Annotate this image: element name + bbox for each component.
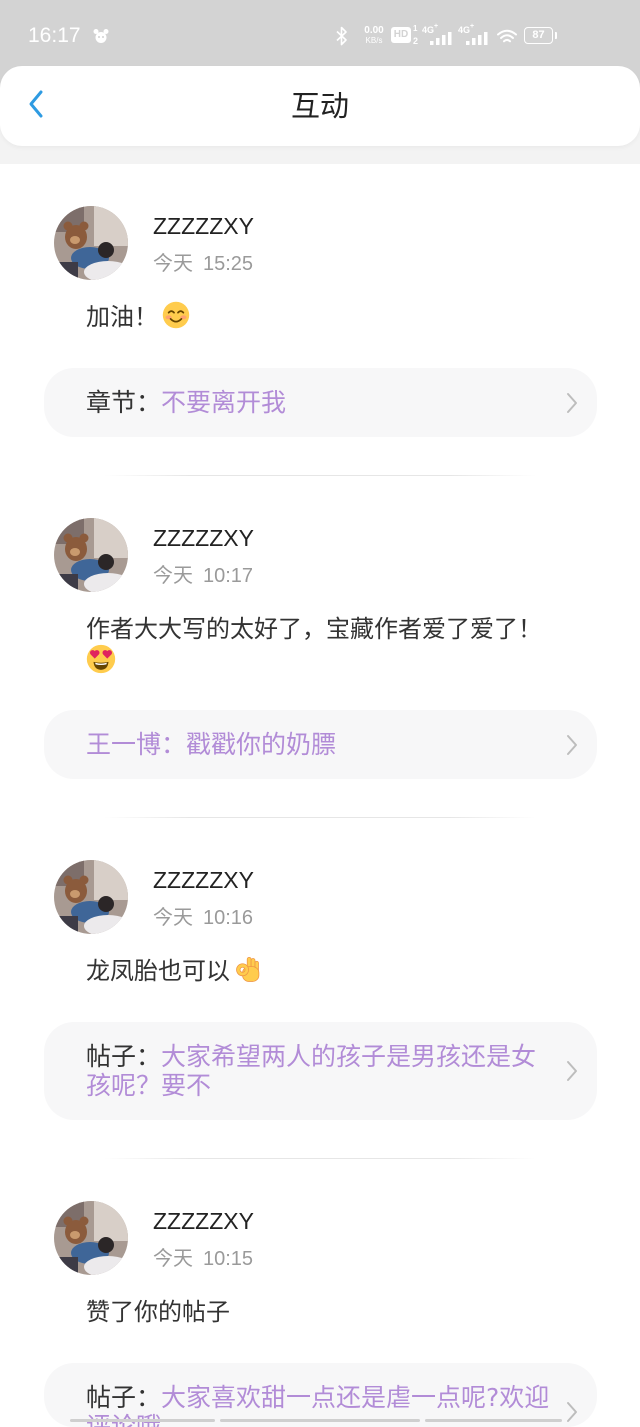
comment-text: 加油！ — [86, 301, 556, 332]
chevron-right-icon — [566, 1401, 578, 1423]
battery-nub — [555, 32, 557, 39]
reference-title: 不要离开我 — [161, 388, 287, 417]
chevron-right-icon — [566, 1060, 578, 1082]
reference-card[interactable]: 王一博：戳戳你的奶膘 — [44, 710, 597, 779]
chevron-right-icon — [566, 392, 578, 414]
reference-type: 帖子： — [86, 1383, 162, 1412]
heart-eyes-emoji-icon — [86, 644, 116, 674]
header-area: 互动 — [0, 66, 640, 164]
timestamp-day: 今天 — [153, 1246, 193, 1270]
reference-type: 章节： — [86, 388, 162, 417]
timestamp-time: 15:25 — [203, 253, 254, 275]
comment-text: 赞了你的帖子 — [86, 1297, 556, 1327]
wifi-icon — [497, 29, 517, 44]
timestamp: 今天 15:25 — [153, 251, 253, 276]
reference-card[interactable]: 章节：不要离开我 — [44, 368, 597, 437]
battery-icon: 87 — [524, 27, 557, 45]
user-name[interactable]: ZZZZZXY — [153, 1208, 254, 1234]
interaction-item: ZZZZZXY 今天 10:17 作者大大写的太好了，宝藏作者爱了爱了！ 王一博：… — [0, 476, 640, 818]
item-header: ZZZZZXY 今天 10:17 — [54, 518, 594, 592]
timestamp: 今天 10:15 — [153, 1246, 253, 1271]
avatar[interactable] — [54, 518, 128, 592]
item-header: ZZZZZXY 今天 15:25 — [54, 206, 594, 280]
hd-sim-top: 1 — [413, 24, 418, 33]
signal-strength-icon: 4G + — [422, 23, 454, 46]
timestamp-time: 10:15 — [203, 1248, 254, 1270]
comment-text: 龙凤胎也可以 — [86, 956, 556, 986]
timestamp: 今天 10:16 — [153, 905, 253, 930]
item-header: ZZZZZXY 今天 10:15 — [54, 1201, 594, 1275]
hd-voice-badge: HD 1 2 — [391, 24, 419, 47]
comment-body: 赞了你的帖子 — [86, 1298, 230, 1326]
timestamp-time: 10:17 — [203, 565, 254, 587]
reference-title: 王一博：戳戳你的奶膘 — [86, 730, 337, 759]
avatar[interactable] — [54, 206, 128, 280]
network-speed-unit: KB/s — [365, 36, 383, 45]
title-bar: 互动 — [0, 66, 640, 146]
comment-text: 作者大大写的太好了，宝藏作者爱了爱了！ — [86, 614, 556, 674]
network-plus-label: + — [470, 23, 475, 30]
hd-sim-bottom: 2 — [413, 36, 419, 46]
avatar[interactable] — [54, 1201, 128, 1275]
timestamp: 今天 10:17 — [153, 563, 253, 588]
bottom-edge-bar — [220, 1419, 420, 1422]
hd-label: HD — [391, 27, 411, 43]
bottom-edge-bar — [425, 1419, 562, 1422]
interaction-item: ZZZZZXY 今天 15:25 加油！ 章节：不要离开我 — [0, 164, 640, 476]
smiling-face-emoji-icon — [162, 301, 190, 329]
comment-body: 龙凤胎也可以 — [86, 957, 230, 985]
avatar[interactable] — [54, 860, 128, 934]
user-name[interactable]: ZZZZZXY — [153, 867, 254, 893]
interaction-list: ZZZZZXY 今天 15:25 加油！ 章节：不要离开我 ZZZZZXY 今天 — [0, 164, 640, 1427]
network-speed: 0.00 KB/s — [360, 25, 388, 47]
user-name[interactable]: ZZZZZXY — [153, 213, 254, 239]
bottom-edge-bar — [70, 1419, 215, 1422]
chevron-right-icon — [566, 734, 578, 756]
status-time: 16:17 — [28, 24, 81, 47]
timestamp-day: 今天 — [153, 251, 193, 275]
reference-card[interactable]: 帖子：大家喜欢甜一点还是虐一点呢?欢迎评论哦 — [44, 1363, 597, 1427]
comment-body: 加油！ — [86, 303, 158, 331]
timestamp-day: 今天 — [153, 563, 193, 587]
comment-body: 作者大大写的太好了，宝藏作者爱了爱了！ — [86, 615, 542, 643]
item-header: ZZZZZXY 今天 10:16 — [54, 860, 594, 934]
status-bar: 16:17 0.00 KB/s HD 1 2 4G + 4G + 87 — [0, 0, 640, 66]
reference-card[interactable]: 帖子：大家希望两人的孩子是男孩还是女孩呢？要不 — [44, 1022, 597, 1120]
app-notification-icon — [92, 27, 110, 45]
timestamp-time: 10:16 — [203, 907, 254, 929]
reference-type: 帖子： — [86, 1042, 162, 1071]
signal-strength-icon: 4G + — [458, 23, 490, 46]
network-speed-value: 0.00 — [364, 25, 384, 36]
ok-hand-emoji-icon — [234, 955, 262, 983]
bluetooth-icon — [336, 26, 348, 46]
network-plus-label: + — [434, 23, 439, 30]
interaction-item: ZZZZZXY 今天 10:15 赞了你的帖子 帖子：大家喜欢甜一点还是虐一点呢?… — [0, 1159, 640, 1427]
page-title: 互动 — [290, 89, 349, 123]
user-name[interactable]: ZZZZZXY — [153, 525, 254, 551]
timestamp-day: 今天 — [153, 905, 193, 929]
interaction-item: ZZZZZXY 今天 10:16 龙凤胎也可以 帖子：大家希望两人的孩子是男孩还是… — [0, 818, 640, 1159]
battery-level: 87 — [524, 27, 553, 44]
